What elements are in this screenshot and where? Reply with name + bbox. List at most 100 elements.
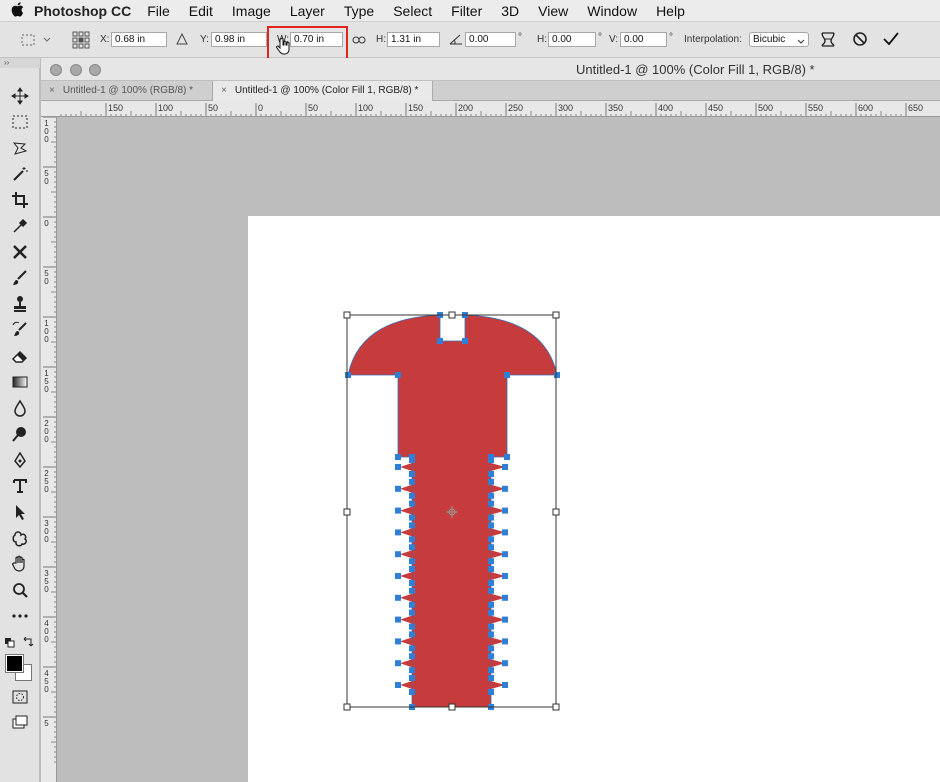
horizontal-ruler[interactable]: 150 100 50 0 50 100 150 200 250 300 350 400 450 500 55… — [41, 101, 940, 117]
menu-3d[interactable]: 3D — [501, 3, 519, 19]
minimize-window-button[interactable] — [70, 64, 82, 76]
screen-mode-icon[interactable] — [8, 714, 32, 736]
menu-layer[interactable]: Layer — [290, 3, 325, 19]
app-name-menu[interactable]: Photoshop CC — [34, 3, 131, 19]
screw-shape-layer[interactable] — [57, 117, 940, 782]
thread-tooth-left — [400, 593, 412, 602]
clone-stamp-tool-icon[interactable] — [8, 295, 32, 317]
path-anchor-point — [395, 464, 401, 470]
marquee-tool-icon[interactable] — [8, 113, 32, 135]
interpolation-select[interactable]: Bicubic — [749, 32, 809, 47]
transform-handle — [552, 703, 560, 711]
brush-tool-icon[interactable] — [8, 269, 32, 291]
path-anchor-point — [504, 372, 510, 378]
transform-handle — [448, 703, 456, 711]
ruler-label: 250 — [508, 103, 524, 113]
lasso-tool-icon[interactable] — [8, 139, 32, 161]
panel-collapse-toggle[interactable]: ›› — [0, 58, 40, 68]
path-anchor-point — [409, 492, 415, 499]
quick-mask-mode-icon[interactable] — [8, 688, 32, 710]
crop-tool-icon[interactable] — [8, 191, 32, 213]
menu-image[interactable]: Image — [232, 3, 271, 19]
close-window-button[interactable] — [50, 64, 62, 76]
path-anchor-point — [409, 536, 415, 543]
eyedropper-tool-icon[interactable] — [8, 217, 32, 239]
menu-file[interactable]: File — [147, 3, 170, 19]
rotation-degree-symbol: ° — [518, 32, 522, 43]
path-anchor-point — [409, 544, 415, 551]
path-anchor-point — [409, 587, 415, 594]
ruler-label: 250 — [44, 469, 49, 494]
path-anchor-point — [409, 623, 415, 630]
ruler-label: 650 — [908, 103, 924, 113]
menu-filter[interactable]: Filter — [451, 3, 482, 19]
ruler-label: 400 — [44, 619, 49, 644]
warp-mode-icon[interactable] — [819, 30, 837, 51]
vertical-skew-field[interactable]: 0.00 — [620, 32, 667, 47]
type-tool-icon[interactable] — [8, 477, 32, 499]
thread-tooth-left — [400, 550, 412, 559]
menu-select[interactable]: Select — [393, 3, 432, 19]
tools-panel — [0, 68, 40, 782]
x-position-field[interactable]: 0.68 in — [111, 32, 167, 47]
ruler-label: 0 — [258, 103, 264, 113]
foreground-color-swatch[interactable] — [5, 654, 24, 673]
tab-untitled-rgb[interactable]: × Untitled-1 @ 100% (RGB/8) * — [41, 81, 213, 101]
menu-edit[interactable]: Edit — [189, 3, 213, 19]
path-selection-tool-icon[interactable] — [8, 503, 32, 525]
tab-untitled-color-fill[interactable]: × Untitled-1 @ 100% (Color Fill 1, RGB/8)… — [213, 81, 433, 101]
path-anchor-point — [395, 454, 401, 460]
vertical-ruler[interactable]: 100 50 0 50 100 150 200 250 300 350 400 450 5 — [41, 117, 57, 782]
tab-close-icon[interactable]: × — [49, 85, 55, 96]
ruler-label: 0 — [44, 219, 49, 228]
blur-tool-icon[interactable] — [8, 399, 32, 421]
default-colors-icon[interactable] — [5, 637, 15, 651]
pen-tool-icon[interactable] — [8, 451, 32, 473]
healing-brush-tool-icon[interactable] — [8, 243, 32, 265]
canvas-pasteboard[interactable] — [57, 117, 940, 782]
more-tools-icon[interactable] — [8, 607, 32, 629]
hskew-label: H: — [537, 34, 547, 45]
move-tool-icon[interactable] — [8, 87, 32, 109]
zoom-tool-icon[interactable] — [8, 581, 32, 603]
ruler-label: 450 — [708, 103, 724, 113]
chevron-down-icon — [797, 36, 805, 49]
y-position-field[interactable]: 0.98 in — [211, 32, 267, 47]
apple-menu-icon[interactable] — [0, 1, 34, 20]
maintain-aspect-ratio-link-icon[interactable] — [352, 34, 366, 48]
menu-view[interactable]: View — [538, 3, 568, 19]
hskew-degree-symbol: ° — [598, 32, 602, 43]
path-anchor-point — [395, 372, 401, 378]
zoom-window-button[interactable] — [89, 64, 101, 76]
gradient-tool-icon[interactable] — [8, 373, 32, 395]
hand-tool-icon[interactable] — [8, 555, 32, 577]
magic-wand-tool-icon[interactable] — [8, 165, 32, 187]
ruler-label: 200 — [44, 419, 49, 444]
menu-window[interactable]: Window — [587, 3, 637, 19]
height-field[interactable]: 1.31 in — [387, 32, 440, 47]
tool-preset-picker-icon[interactable] — [20, 32, 54, 51]
horizontal-skew-field[interactable]: 0.00 — [548, 32, 596, 47]
reference-point-icon[interactable] — [72, 31, 90, 52]
history-brush-tool-icon[interactable] — [8, 321, 32, 343]
rotation-field[interactable]: 0.00 — [465, 32, 516, 47]
thread-tooth-left — [400, 615, 412, 624]
path-anchor-point — [488, 566, 494, 572]
menu-help[interactable]: Help — [656, 3, 685, 19]
path-anchor-point — [502, 485, 508, 492]
swap-colors-icon[interactable] — [22, 635, 34, 650]
path-anchor-point — [488, 522, 494, 529]
ruler-label: 350 — [608, 103, 624, 113]
ruler-label: 350 — [44, 569, 49, 594]
menu-type[interactable]: Type — [344, 3, 374, 19]
ruler-label: 150 — [108, 103, 124, 113]
dodge-tool-icon[interactable] — [8, 425, 32, 447]
relative-position-icon[interactable] — [176, 32, 188, 48]
tab-close-icon[interactable]: × — [221, 85, 227, 96]
cancel-transform-icon[interactable] — [852, 31, 868, 50]
custom-shape-tool-icon[interactable] — [8, 529, 32, 551]
commit-transform-checkmark-icon[interactable] — [882, 31, 900, 50]
thread-tooth-left — [400, 659, 412, 668]
thread-tooth-left — [400, 572, 412, 580]
eraser-tool-icon[interactable] — [8, 347, 32, 369]
